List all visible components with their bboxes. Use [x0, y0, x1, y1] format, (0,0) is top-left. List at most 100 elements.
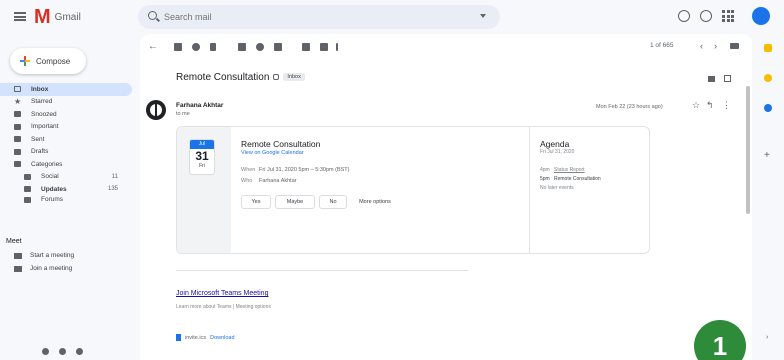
settings-gear-icon[interactable]: [700, 10, 712, 22]
people-icon: [24, 173, 31, 180]
hide-panel-chevron-icon[interactable]: ›: [766, 334, 768, 341]
draft-icon: [14, 148, 21, 155]
contacts-icon[interactable]: [764, 104, 772, 112]
gmail-logo-text: Gmail: [54, 11, 81, 23]
sidebar-item-updates[interactable]: Updates 135: [0, 183, 132, 196]
move-to-icon[interactable]: [302, 43, 310, 51]
agenda-row[interactable]: 4pm Status Report: [540, 167, 585, 173]
star-icon[interactable]: ☆: [692, 100, 700, 111]
open-new-window-icon[interactable]: [724, 75, 731, 82]
sidebar-item-social[interactable]: Social 11: [0, 171, 132, 184]
search-icon[interactable]: [148, 11, 157, 20]
agenda-row[interactable]: 5pm Remote Consultation: [540, 176, 601, 182]
sidebar-nav: Inbox ★ Starred Snoozed Important Sent Dr…: [0, 83, 132, 204]
label-icon: [14, 161, 21, 168]
chat-bubble-icon[interactable]: [59, 348, 66, 355]
snooze-icon[interactable]: [256, 43, 264, 51]
rsvp-more-options-button[interactable]: More options: [351, 195, 399, 209]
event-title: Remote Consultation: [241, 139, 321, 149]
compose-button[interactable]: Compose: [10, 48, 86, 74]
attachment-name[interactable]: invite.ics: [185, 335, 206, 341]
importance-marker-icon[interactable]: [273, 74, 280, 81]
sender-name: Farhana Akhtar: [176, 102, 224, 109]
inbox-label-badge[interactable]: Inbox: [283, 73, 305, 82]
email-view: ← 1 of 665 ‹ › Remote Consultation Inbox …: [140, 34, 752, 360]
agenda-time: 5pm: [540, 176, 550, 182]
search-options-icon[interactable]: [480, 14, 486, 18]
sidebar-item-important[interactable]: Important: [0, 121, 132, 134]
tasks-icon[interactable]: [764, 74, 772, 82]
download-link[interactable]: Download: [210, 335, 234, 341]
send-icon: [14, 136, 21, 143]
compose-plus-icon: [20, 56, 30, 66]
rsvp-yes-button[interactable]: Yes: [241, 195, 271, 209]
agenda-event: Status Report: [554, 167, 585, 173]
keyboard-icon: [14, 265, 22, 272]
archive-icon[interactable]: [174, 43, 182, 51]
sidebar-item-inbox[interactable]: Inbox: [0, 83, 132, 96]
inbox-icon: [14, 86, 21, 93]
phone-icon[interactable]: [76, 348, 83, 355]
hangouts-bar: [42, 348, 83, 355]
when-label: When: [241, 167, 256, 173]
when-value: Fri Jul 31, 2020 5pm – 5:30pm (BST): [259, 167, 350, 173]
calendar-day: 31: [195, 149, 209, 163]
compose-label: Compose: [36, 56, 71, 66]
reply-icon[interactable]: ↰: [706, 100, 714, 111]
add-on-plus-icon[interactable]: +: [764, 150, 770, 161]
sidebar-item-forums[interactable]: Forums: [0, 196, 132, 204]
more-options-icon[interactable]: ⋮: [722, 100, 731, 111]
forum-icon: [24, 196, 31, 203]
agenda-date: Fri Jul 31, 2020: [540, 149, 575, 155]
who-value: Farhana Akhtar: [259, 178, 297, 184]
meet-start-item[interactable]: Start a meeting: [14, 252, 74, 259]
search-bar[interactable]: [138, 5, 500, 29]
chevron-left-icon[interactable]: ‹: [700, 41, 703, 51]
sidebar-item-label: Sent: [31, 135, 45, 143]
sidebar-item-categories[interactable]: Categories: [0, 158, 132, 171]
sidebar-item-label: Snoozed: [31, 110, 57, 118]
scrollbar-thumb[interactable]: [746, 86, 750, 214]
subject-text: Remote Consultation: [176, 72, 270, 83]
report-spam-icon[interactable]: [192, 43, 200, 51]
recipient-line[interactable]: to me: [176, 111, 190, 117]
account-avatar[interactable]: [752, 7, 770, 25]
keep-icon[interactable]: [764, 44, 772, 52]
email-subject: Remote Consultation Inbox: [176, 72, 305, 83]
sidebar-item-drafts[interactable]: Drafts: [0, 146, 132, 159]
back-arrow-icon[interactable]: ←: [148, 41, 158, 52]
search-input[interactable]: [164, 10, 454, 24]
labels-icon[interactable]: [320, 43, 328, 51]
attachment-row: invite.ics Download: [176, 334, 235, 341]
keyboard-input-icon[interactable]: [730, 43, 739, 49]
mark-unread-icon[interactable]: [238, 43, 246, 51]
calendar-month: Jul: [190, 140, 214, 149]
sidebar-item-snoozed[interactable]: Snoozed: [0, 108, 132, 121]
view-on-calendar-link[interactable]: View on Google Calendar: [241, 150, 304, 156]
rsvp-maybe-button[interactable]: Maybe: [275, 195, 315, 209]
agenda-note: No later events: [540, 185, 574, 191]
help-icon[interactable]: [678, 10, 690, 22]
meet-join-item[interactable]: Join a meeting: [14, 265, 72, 272]
clock-icon: [14, 111, 21, 118]
page-info: 1 of 665: [650, 42, 674, 49]
apps-grid-icon[interactable]: [722, 10, 734, 22]
person-icon[interactable]: [42, 348, 49, 355]
more-vert-icon[interactable]: [336, 43, 338, 51]
sidebar-item-sent[interactable]: Sent: [0, 133, 132, 146]
top-bar: M Gmail: [0, 0, 784, 34]
rsvp-no-button[interactable]: No: [319, 195, 347, 209]
sidebar-item-label: Drafts: [31, 148, 49, 156]
gmail-logo[interactable]: M Gmail: [34, 6, 81, 28]
print-icon[interactable]: [708, 76, 715, 82]
sidebar-item-label: Categories: [31, 160, 63, 168]
main-menu-icon[interactable]: [14, 12, 26, 21]
delete-icon[interactable]: [210, 43, 216, 51]
sidebar-item-starred[interactable]: ★ Starred: [0, 96, 132, 109]
chevron-right-icon[interactable]: ›: [714, 41, 717, 51]
teams-meeting-link[interactable]: Join Microsoft Teams Meeting: [176, 290, 268, 297]
meet-heading: Meet: [6, 238, 22, 245]
agenda-panel: Agenda Fri Jul 31, 2020 4pm Status Report…: [529, 127, 649, 253]
add-task-icon[interactable]: [274, 43, 282, 51]
agenda-event: Remote Consultation: [554, 176, 601, 182]
